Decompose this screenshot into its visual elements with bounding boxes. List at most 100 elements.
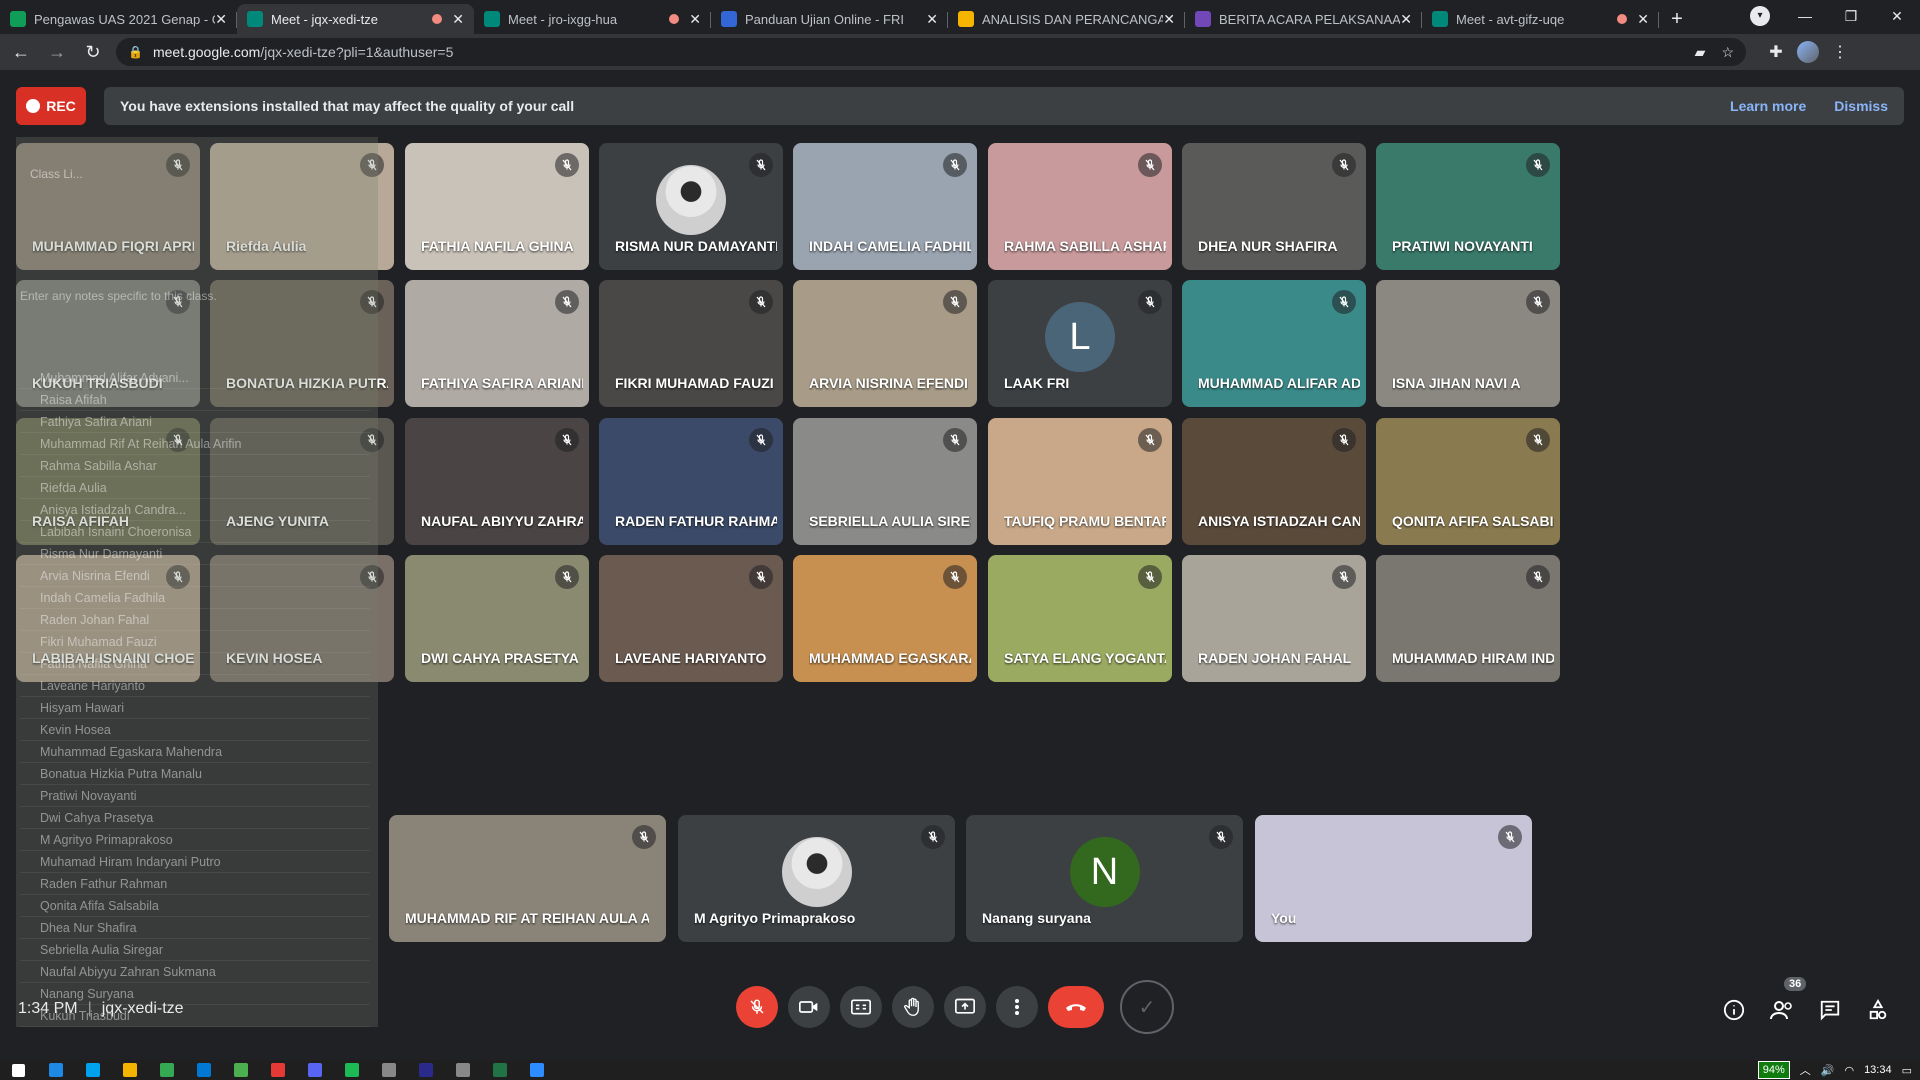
wifi-icon[interactable]: ◠ <box>1844 1064 1854 1077</box>
participant-tile[interactable]: SEBRIELLA AULIA SIREGAR <box>793 418 977 545</box>
minimize-icon[interactable]: — <box>1782 0 1828 32</box>
close-tab-icon[interactable]: ✕ <box>689 11 701 28</box>
participant-tile[interactable]: FIKRI MUHAMAD FAUZI <box>599 280 783 407</box>
taskbar-clock[interactable]: 13:34 <box>1864 1064 1892 1076</box>
participant-tile[interactable]: ISNA JIHAN NAVI A <box>1376 280 1560 407</box>
participant-tile[interactable]: DHEA NUR SHAFIRA <box>1182 143 1366 270</box>
battery-indicator[interactable]: 94% <box>1757 1061 1790 1079</box>
participant-tile[interactable]: AJENG YUNITA <box>210 418 394 545</box>
participant-tile[interactable]: FATHIYA SAFIRA ARIANI <box>405 280 589 407</box>
participant-tile[interactable]: MUHAMMAD EGASKARA M... <box>793 555 977 682</box>
participant-tile[interactable]: MUHAMMAD FIQRI APRILIA... <box>16 143 200 270</box>
browser-tab[interactable]: ANALISIS DAN PERANCANGAN ✕ <box>948 4 1185 34</box>
bookmark-star-icon[interactable]: ☆ <box>1721 44 1734 61</box>
taskbar-app-icon[interactable] <box>333 1060 370 1080</box>
taskbar-app-icon[interactable] <box>296 1060 333 1080</box>
close-tab-icon[interactable]: ✕ <box>926 11 938 28</box>
profile-avatar[interactable] <box>1792 37 1824 67</box>
participant-tile[interactable]: DWI CAHYA PRASETYA <box>405 555 589 682</box>
browser-menu-icon[interactable]: ⋮ <box>1824 37 1856 67</box>
participant-tile[interactable]: You <box>1255 815 1532 942</box>
present-screen-button[interactable] <box>944 986 986 1028</box>
microphone-off-button[interactable] <box>736 986 778 1028</box>
dismiss-button[interactable]: Dismiss <box>1834 98 1888 114</box>
participant-tile[interactable]: RISMA NUR DAMAYANTI <box>599 143 783 270</box>
taskbar-app-icon[interactable] <box>37 1060 74 1080</box>
taskbar-app-icon[interactable] <box>481 1060 518 1080</box>
chat-button[interactable] <box>1812 992 1848 1028</box>
participant-tile[interactable]: KUKUH TRIASBUDI <box>16 280 200 407</box>
taskbar-app-icon[interactable] <box>74 1060 111 1080</box>
participant-tile[interactable]: INDAH CAMELIA FADHILA <box>793 143 977 270</box>
taskbar-app-icon[interactable] <box>518 1060 555 1080</box>
close-tab-icon[interactable]: ✕ <box>452 11 464 28</box>
participant-tile[interactable]: BONATUA HIZKIA PUTRA M... <box>210 280 394 407</box>
camera-indicator-icon[interactable]: ▰ <box>1695 44 1706 61</box>
leave-call-button[interactable] <box>1048 986 1104 1028</box>
extensions-icon[interactable]: ✚ <box>1760 37 1792 67</box>
close-tab-icon[interactable]: ✕ <box>1637 11 1649 28</box>
participants-button[interactable] <box>1764 992 1800 1028</box>
taskbar-app-icon[interactable] <box>148 1060 185 1080</box>
participant-tile[interactable]: M Agrityo Primaprakoso <box>678 815 955 942</box>
taskbar-app-icon[interactable] <box>259 1060 296 1080</box>
tab-search-icon[interactable]: ▾ <box>1750 6 1770 26</box>
recording-badge[interactable]: REC <box>16 87 86 125</box>
participant-tile[interactable]: RADEN FATHUR RAHMAN <box>599 418 783 545</box>
captions-button[interactable] <box>840 986 882 1028</box>
participant-tile[interactable]: Riefda Aulia <box>210 143 394 270</box>
browser-tab[interactable]: Panduan Ujian Online - FRI ✕ <box>711 4 948 34</box>
reload-icon[interactable]: ↻ <box>78 37 108 67</box>
participant-tile[interactable]: SATYA ELANG YOGANTARA <box>988 555 1172 682</box>
participant-tile[interactable]: MUHAMMAD RIF AT REIHAN AULA A... <box>389 815 666 942</box>
notification-icon[interactable]: ▭ <box>1902 1064 1912 1077</box>
browser-tab[interactable]: BERITA ACARA PELAKSANAAN U✕ <box>1185 4 1422 34</box>
taskbar-app-icon[interactable] <box>185 1060 222 1080</box>
close-tab-icon[interactable]: ✕ <box>1400 11 1412 28</box>
more-options-button[interactable] <box>996 986 1038 1028</box>
browser-tab[interactable]: Pengawas UAS 2021 Genap - Go ✕ <box>0 4 237 34</box>
participant-tile[interactable]: L LAAK FRI <box>988 280 1172 407</box>
participant-tile[interactable]: PRATIWI NOVAYANTI <box>1376 143 1560 270</box>
participant-tile[interactable]: FATHIA NAFILA GHINA <box>405 143 589 270</box>
browser-tab[interactable]: Meet - jqx-xedi-tze ✕ <box>237 4 474 34</box>
browser-tab[interactable]: Meet - jro-ixgg-hua ✕ <box>474 4 711 34</box>
participant-tile[interactable]: TAUFIQ PRAMU BENTAR <box>988 418 1172 545</box>
participant-tile[interactable]: RAHMA SABILLA ASHAR <box>988 143 1172 270</box>
taskbar-app-icon[interactable] <box>222 1060 259 1080</box>
participant-tile[interactable]: LABIBAH ISNAINI CHOERON... <box>16 555 200 682</box>
meeting-info-button[interactable] <box>1716 992 1752 1028</box>
raise-hand-button[interactable] <box>892 986 934 1028</box>
participant-tile[interactable]: LAVEANE HARIYANTO <box>599 555 783 682</box>
activities-button[interactable] <box>1860 992 1896 1028</box>
participant-tile[interactable]: KEVIN HOSEA <box>210 555 394 682</box>
participant-tile[interactable]: RAISA AFIFAH <box>16 418 200 545</box>
participant-tile[interactable]: MUHAMMAD HIRAM INDARYA... <box>1376 555 1560 682</box>
participant-tile[interactable]: QONITA AFIFA SALSABILA <box>1376 418 1560 545</box>
close-window-icon[interactable]: ✕ <box>1874 0 1920 32</box>
address-bar[interactable]: 🔒 meet.google.com /jqx-xedi-tze?pli=1&au… <box>116 38 1746 66</box>
participant-tile[interactable]: NAUFAL ABIYYU ZAHRAN SU... <box>405 418 589 545</box>
participant-tile[interactable]: N Nanang suryana <box>966 815 1243 942</box>
back-icon[interactable]: ← <box>6 37 36 67</box>
restore-icon[interactable]: ❐ <box>1828 0 1874 32</box>
close-tab-icon[interactable]: ✕ <box>215 11 227 28</box>
new-tab-button[interactable]: + <box>1659 4 1695 34</box>
taskbar-app-icon[interactable] <box>444 1060 481 1080</box>
participant-tile[interactable]: ANISYA ISTIADZAH CANDRA... <box>1182 418 1366 545</box>
taskbar-app-icon[interactable] <box>370 1060 407 1080</box>
extension-check-button[interactable]: ✓ <box>1120 980 1174 1034</box>
browser-tab[interactable]: Meet - avt-gifz-uqe ✕ <box>1422 4 1659 34</box>
learn-more-link[interactable]: Learn more <box>1730 98 1806 114</box>
close-tab-icon[interactable]: ✕ <box>1163 11 1175 28</box>
participant-tile[interactable]: ARVIA NISRINA EFENDI <box>793 280 977 407</box>
start-icon[interactable] <box>0 1060 37 1080</box>
participant-tile[interactable]: MUHAMMAD ALIFAR ADVAN... <box>1182 280 1366 407</box>
camera-button[interactable] <box>788 986 830 1028</box>
volume-icon[interactable]: 🔊 <box>1821 1064 1835 1077</box>
tray-overflow-icon[interactable]: ︿ <box>1800 1062 1811 1078</box>
taskbar-app-icon[interactable] <box>111 1060 148 1080</box>
forward-icon[interactable]: → <box>42 37 72 67</box>
taskbar-app-icon[interactable] <box>407 1060 444 1080</box>
participant-tile[interactable]: RADEN JOHAN FAHAL <box>1182 555 1366 682</box>
